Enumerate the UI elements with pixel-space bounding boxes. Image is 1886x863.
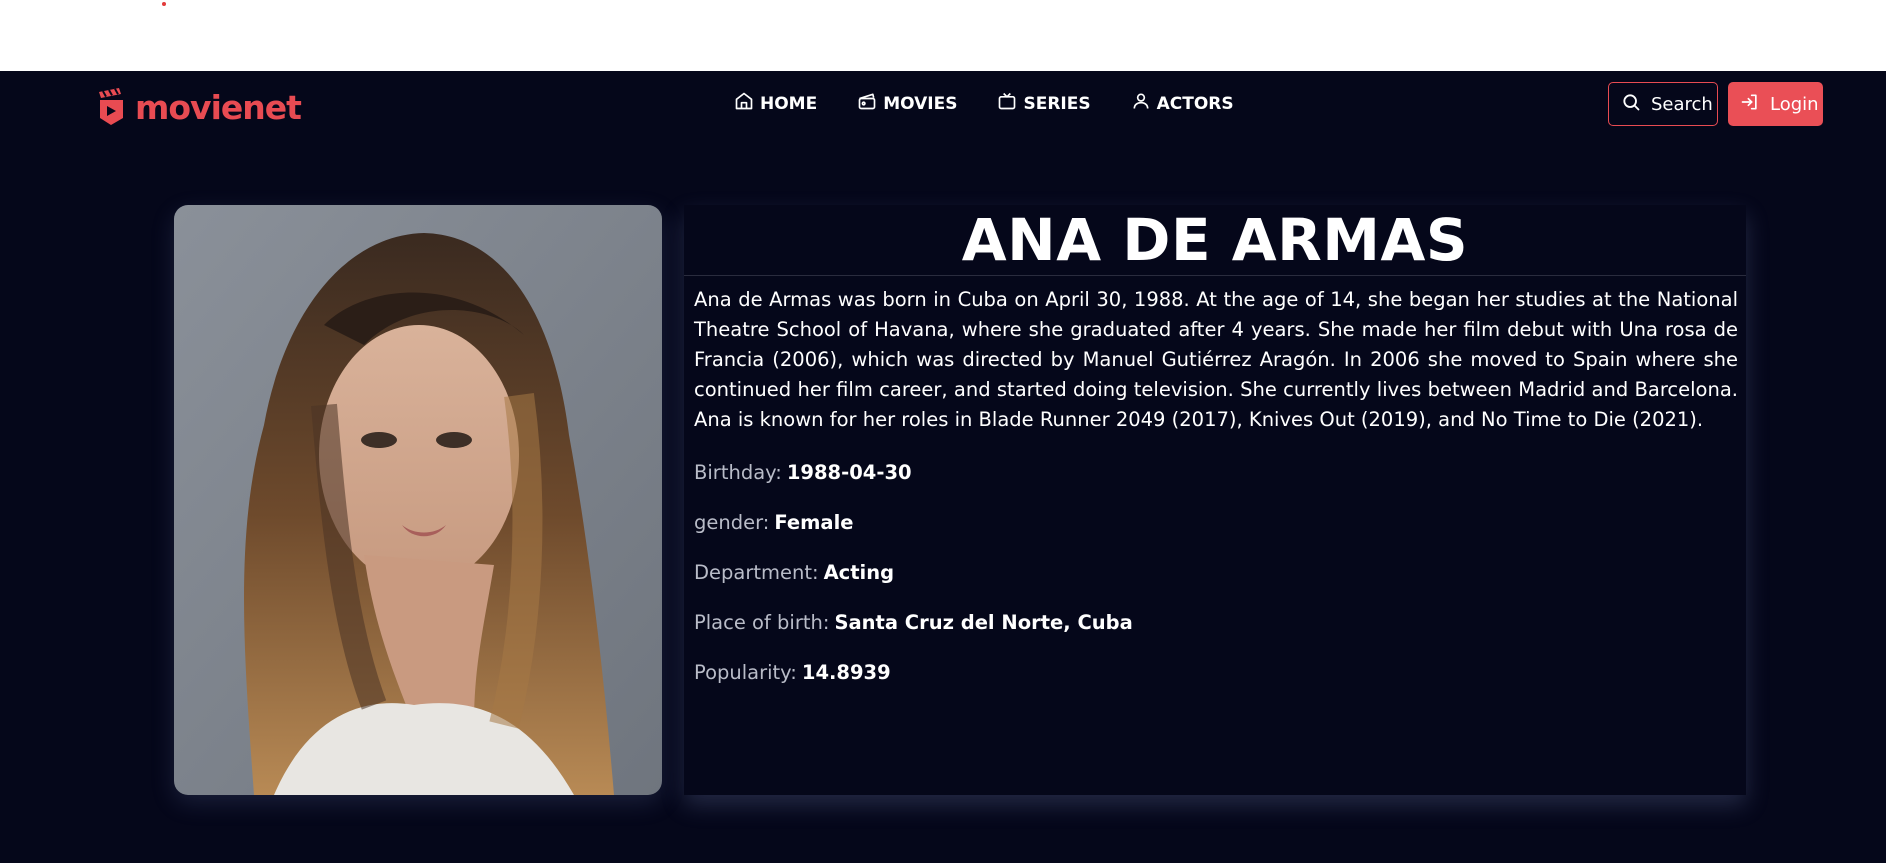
film-reel-icon [857, 91, 877, 116]
search-button-label: Search [1651, 93, 1713, 115]
clapperboard-icon [97, 88, 127, 126]
detail-value: 14.8939 [801, 660, 891, 684]
main-nav: HOME MOVIES SERIES ACTORS [734, 91, 1234, 116]
detail-label: Birthday: [694, 460, 782, 484]
detail-value: Santa Cruz del Norte, Cuba [834, 610, 1133, 634]
actor-info-card: ANA DE ARMAS Ana de Armas was born in Cu… [684, 205, 1746, 795]
nav-series[interactable]: SERIES [997, 91, 1091, 116]
detail-label: Popularity: [694, 660, 797, 684]
actor-bio: Ana de Armas was born in Cuba on April 3… [694, 288, 1738, 431]
navbar: movienet HOME MOVIES SERIES ACTORS Searc… [0, 71, 1886, 137]
nav-movies[interactable]: MOVIES [857, 91, 957, 116]
detail-popularity: Popularity: 14.8939 [684, 647, 1746, 697]
brand-name: movienet [135, 87, 302, 127]
app-root: movienet HOME MOVIES SERIES ACTORS Searc… [0, 71, 1886, 863]
nav-actors-label: ACTORS [1156, 93, 1234, 114]
detail-department: Department: Acting [684, 547, 1746, 597]
home-icon [734, 91, 754, 116]
nav-actions: Search Login [1608, 82, 1823, 126]
actor-name: ANA DE ARMAS [961, 206, 1469, 274]
detail-value: Female [774, 510, 854, 534]
detail-gender: gender: Female [684, 497, 1746, 547]
detail-label: Department: [694, 560, 819, 584]
brand-logo[interactable]: movienet [97, 87, 302, 127]
browser-blank-area [0, 0, 1886, 71]
login-button[interactable]: Login [1728, 82, 1823, 126]
nav-home[interactable]: HOME [734, 91, 817, 116]
detail-label: gender: [694, 510, 770, 534]
tv-icon [997, 91, 1017, 116]
nav-series-label: SERIES [1023, 93, 1091, 114]
detail-place-of-birth: Place of birth: Santa Cruz del Norte, Cu… [684, 597, 1746, 647]
nav-movies-label: MOVIES [883, 93, 958, 114]
detail-value: Acting [823, 560, 895, 584]
red-dot-marker [162, 2, 166, 6]
search-icon [1621, 92, 1641, 117]
actor-photo [174, 205, 662, 795]
actor-details: Birthday: 1988-04-30 gender: Female Depa… [684, 447, 1746, 697]
search-button[interactable]: Search [1608, 82, 1718, 126]
detail-value: 1988-04-30 [786, 460, 912, 484]
login-icon [1740, 92, 1760, 117]
nav-home-label: HOME [760, 93, 818, 114]
nav-actors[interactable]: ACTORS [1131, 91, 1234, 116]
user-icon [1131, 91, 1151, 116]
login-button-label: Login [1770, 93, 1819, 115]
detail-birthday: Birthday: 1988-04-30 [684, 447, 1746, 497]
detail-label: Place of birth: [694, 610, 830, 634]
